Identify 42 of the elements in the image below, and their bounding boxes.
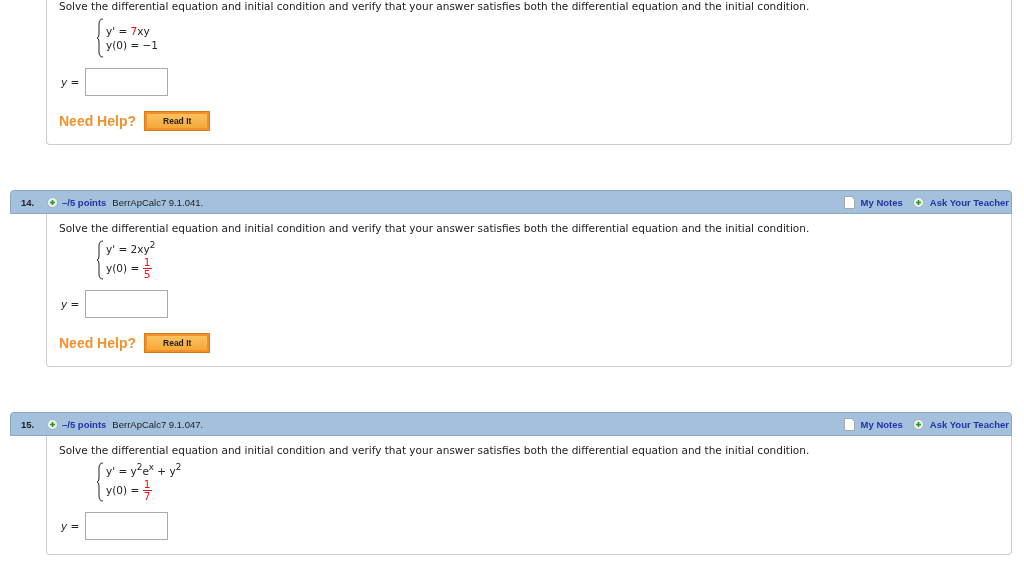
plus-icon [47, 196, 58, 208]
ask-teacher-link[interactable]: Ask Your Teacher [929, 196, 1009, 208]
plus-icon [912, 418, 924, 430]
my-notes-link[interactable]: My Notes [860, 418, 903, 430]
equation-text: y' = 2xy$^{2}$ [106, 240, 156, 255]
points-label: –/5 points [62, 418, 107, 430]
answer-field[interactable] [85, 290, 169, 318]
fraction: 1 7 [142, 478, 152, 502]
answer-label: y = [61, 298, 80, 310]
plus-icon [47, 418, 58, 430]
question-number: 15. [21, 418, 36, 430]
brace-icon [96, 18, 104, 58]
source-label: BerrApCalc7 9.1.047. [112, 418, 205, 430]
answer-label: y = [61, 76, 80, 88]
equation-text: y(0) = −1 [106, 39, 159, 51]
question-prompt: Solve the differential equation and initial condition and verify that your answer satisfies both the differential equation and the initial condition. [59, 0, 811, 12]
need-help-label: Need Help? [59, 113, 136, 129]
source-label: BerrApCalc7 9.1.041. [112, 196, 205, 208]
equation-text: y' = [106, 25, 129, 37]
note-icon [843, 195, 855, 209]
note-icon [843, 417, 855, 431]
read-it-button[interactable]: Read It [145, 334, 210, 352]
question-prompt: Solve the differential equation and initial condition and verify that your answer satisfies both the differential equation and the initial condition. [59, 444, 811, 456]
my-notes-link[interactable]: My Notes [860, 196, 903, 208]
answer-field[interactable] [85, 68, 169, 96]
fraction: 1 5 [142, 256, 152, 280]
question-prompt: Solve the differential equation and initial condition and verify that your answer satisfies both the differential equation and the initial condition. [59, 222, 811, 234]
equation-text: xy [137, 25, 150, 37]
brace-icon [96, 240, 104, 280]
equation-text: y' = y$^{2}$e$^{x}$ + y$^{2}$ [106, 462, 182, 477]
equation-text: y(0) = [106, 484, 141, 497]
answer-field[interactable] [85, 512, 169, 540]
brace-icon [96, 462, 104, 502]
read-it-button[interactable]: Read It [145, 112, 210, 130]
plus-icon [912, 196, 924, 208]
points-label: –/5 points [62, 196, 107, 208]
ask-teacher-link[interactable]: Ask Your Teacher [929, 418, 1009, 430]
equation-text: y(0) = [106, 262, 141, 275]
equation-text: 7 [130, 25, 138, 37]
question-number: 14. [21, 196, 36, 208]
answer-label: y = [61, 520, 80, 532]
need-help-label: Need Help? [59, 335, 136, 351]
